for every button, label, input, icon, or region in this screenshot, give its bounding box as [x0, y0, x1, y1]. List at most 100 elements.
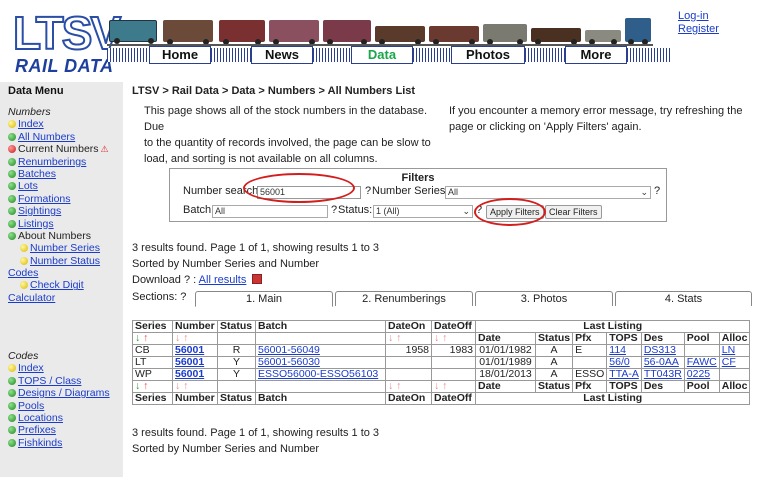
col-dateoff[interactable]: DateOff [431, 392, 476, 405]
sort-down-icon[interactable]: ↓ [135, 380, 140, 392]
help-icon[interactable]: ? [365, 185, 371, 197]
clear-filters-button[interactable]: Clear Filters [545, 205, 602, 219]
sidebar-link-designs[interactable]: Designs / Diagrams [18, 387, 110, 399]
sidebar-item-designs[interactable]: Designs / Diagrams [8, 387, 121, 399]
sort-down-icon[interactable]: ↓ [175, 380, 180, 392]
sidebar-link-all-numbers[interactable]: All Numbers [18, 131, 75, 143]
tops-link[interactable]: 114 [609, 344, 626, 356]
sort-down-icon[interactable]: ↓ [388, 380, 393, 392]
cell-ll-des[interactable]: TT043R [640, 368, 685, 381]
sort-arrows[interactable]: ↓ ↑ [132, 332, 173, 345]
nav-more[interactable]: More [565, 46, 627, 64]
sidebar-link-codes[interactable]: Codes [8, 267, 38, 279]
sidebar-item-number-series[interactable]: Number Series [8, 242, 121, 254]
sort-up-icon[interactable]: ↑ [143, 380, 148, 392]
batch-link[interactable]: 56001-56049 [258, 344, 320, 356]
sidebar-link-renumberings[interactable]: Renumberings [18, 156, 86, 168]
col-number[interactable]: Number [172, 392, 218, 405]
sidebar-item-lots[interactable]: Lots [8, 180, 121, 192]
sort-arrows[interactable]: ↓ ↑ [385, 332, 432, 345]
sidebar-item-number-status[interactable]: Number Status [8, 255, 121, 267]
sidebar-item-calculator[interactable]: Calculator [8, 292, 121, 304]
col-status[interactable]: Status [217, 392, 256, 405]
sidebar-link-listings[interactable]: Listings [18, 218, 54, 230]
sort-up-icon[interactable]: ↑ [183, 380, 188, 392]
sidebar-item-listings[interactable]: Listings [8, 218, 121, 230]
help-icon[interactable]: ? [654, 185, 660, 197]
cell-number[interactable]: 56001 [172, 368, 218, 381]
sort-arrows[interactable]: ↓ ↑ [172, 332, 218, 345]
cell-ll-pool[interactable]: 0225 [683, 368, 720, 381]
alloc-link[interactable]: CF [722, 356, 736, 368]
col-dateon[interactable]: DateOn [385, 392, 432, 405]
cell-number[interactable]: 56001 [172, 344, 218, 357]
col-number[interactable]: Number [172, 320, 218, 333]
sort-up-icon[interactable]: ↑ [143, 332, 148, 344]
tops-link[interactable]: TTA-A [609, 368, 639, 380]
sidebar-item-pools[interactable]: Pools [8, 400, 121, 412]
tab-photos[interactable]: 3. Photos [475, 291, 613, 306]
tab-stats[interactable]: 4. Stats [615, 291, 752, 306]
help-icon[interactable]: ? [331, 204, 337, 216]
cell-batch[interactable]: 56001-56049 [255, 344, 386, 357]
sort-arrows[interactable]: ↓ ↑ [431, 380, 476, 393]
col-batch[interactable]: Batch [255, 392, 386, 405]
sort-down-icon[interactable]: ↓ [388, 332, 393, 344]
number-link[interactable]: 56001 [175, 356, 204, 368]
download-all-results-link[interactable]: All results [199, 274, 247, 286]
sort-up-icon[interactable]: ↑ [442, 332, 447, 344]
sidebar-link-pools[interactable]: Pools [18, 400, 44, 412]
col-batch[interactable]: Batch [255, 320, 386, 333]
sidebar-item-formations[interactable]: Formations [8, 193, 121, 205]
sort-down-icon[interactable]: ↓ [135, 332, 140, 344]
sidebar-link-lots[interactable]: Lots [18, 180, 38, 192]
sidebar-link-check-digit[interactable]: Check Digit [30, 279, 84, 291]
sidebar-link-sightings[interactable]: Sightings [18, 205, 61, 217]
cell-batch[interactable]: ESSO56000-ESSO56103 [255, 368, 386, 381]
sort-up-icon[interactable]: ↑ [396, 380, 401, 392]
cell-ll-des[interactable]: DS313 [640, 344, 685, 357]
sort-arrows[interactable]: ↓ ↑ [431, 332, 476, 345]
tab-renumberings[interactable]: 2. Renumberings [335, 291, 473, 306]
nav-data[interactable]: Data [351, 46, 413, 64]
sidebar-link-index[interactable]: Index [18, 118, 44, 130]
sidebar-item-prefixes[interactable]: Prefixes [8, 424, 121, 436]
sidebar-item-check-digit[interactable]: Check Digit [8, 279, 121, 291]
sidebar-link-number-status[interactable]: Number Status [30, 255, 100, 267]
pool-link[interactable]: 0225 [687, 368, 710, 380]
sidebar-item-index[interactable]: Index [8, 118, 121, 130]
nav-news[interactable]: News [251, 46, 313, 64]
batch-link[interactable]: 56001-56030 [258, 356, 320, 368]
des-link[interactable]: TT043R [644, 368, 682, 380]
sidebar-link-prefixes[interactable]: Prefixes [18, 424, 56, 436]
sidebar-item-tops-class[interactable]: TOPS / Class [8, 375, 121, 387]
nav-home[interactable]: Home [149, 46, 211, 64]
sidebar-link-fishkinds[interactable]: Fishkinds [18, 437, 62, 449]
des-link[interactable]: 56-0AA [644, 356, 679, 368]
sidebar-item-codes-link[interactable]: Codes [8, 267, 121, 279]
status-select[interactable]: 1 (All) ⌄ [373, 205, 473, 218]
cell-ll-alloc[interactable] [718, 368, 751, 381]
sidebar-item-renumberings[interactable]: Renumberings [8, 156, 121, 168]
sort-down-icon[interactable]: ↓ [175, 332, 180, 344]
col-status[interactable]: Status [217, 320, 256, 333]
number-link[interactable]: 56001 [175, 344, 204, 356]
cell-ll-des[interactable]: 56-0AA [640, 356, 685, 369]
col-series[interactable]: Series [132, 392, 173, 405]
sidebar-link-number-series[interactable]: Number Series [30, 242, 100, 254]
pdf-icon[interactable] [252, 274, 263, 284]
cell-ll-alloc[interactable]: CF [718, 356, 751, 369]
sidebar-link-calculator[interactable]: Calculator [8, 292, 55, 304]
login-link[interactable]: Log-in [678, 10, 748, 23]
cell-ll-pool[interactable]: FAWC [683, 356, 720, 369]
col-dateoff[interactable]: DateOff [431, 320, 476, 333]
number-series-select[interactable]: All ⌄ [445, 186, 651, 199]
sidebar-link-locations[interactable]: Locations [18, 412, 63, 424]
sidebar-item-all-numbers[interactable]: All Numbers [8, 131, 121, 143]
cell-ll-tops[interactable]: 114 [606, 344, 642, 357]
sort-arrows[interactable]: ↓ ↑ [132, 380, 173, 393]
sidebar-item-locations[interactable]: Locations [8, 412, 121, 424]
des-link[interactable]: DS313 [644, 344, 676, 356]
pool-link[interactable]: FAWC [687, 356, 717, 368]
tab-main[interactable]: 1. Main [195, 291, 333, 307]
